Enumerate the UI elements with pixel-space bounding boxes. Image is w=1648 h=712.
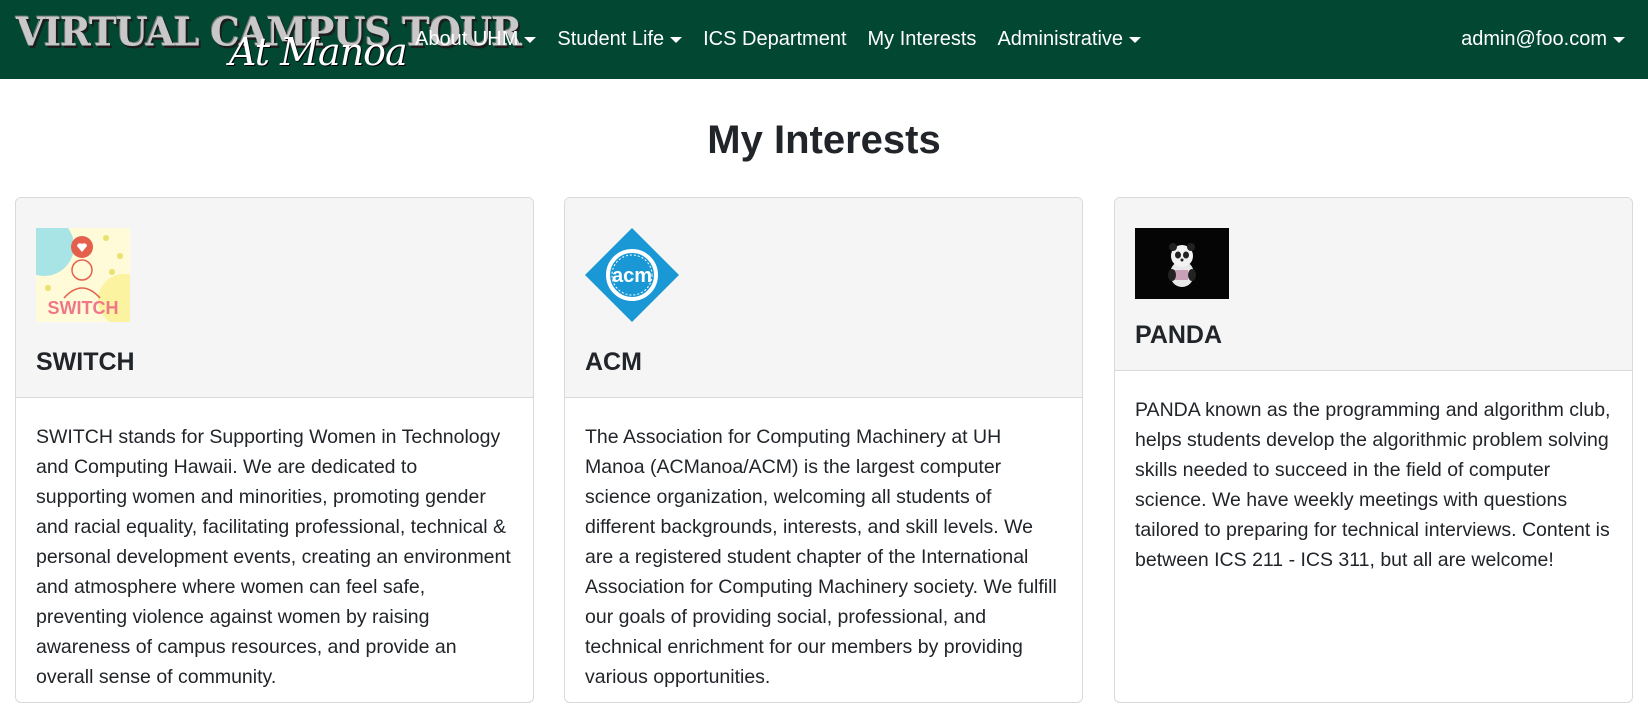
- user-menu-dropdown[interactable]: admin@foo.com: [1461, 0, 1625, 79]
- nav-ics-department-link[interactable]: ICS Department: [703, 28, 846, 51]
- switch-logo-text: SWITCH: [48, 298, 119, 318]
- top-navbar: VIRTUAL CAMPUS TOUR At Manoa About UHM S…: [0, 0, 1648, 79]
- nav-about-uhm-label: About UHM: [415, 28, 519, 50]
- nav-about-uhm-dropdown[interactable]: About UHM: [415, 28, 537, 51]
- acm-logo-icon: acm: [585, 228, 679, 322]
- nav-administrative-dropdown[interactable]: Administrative: [997, 28, 1142, 51]
- user-email-label: admin@foo.com: [1461, 28, 1607, 50]
- nav-administrative-label: Administrative: [997, 28, 1124, 50]
- caret-down-icon: [670, 36, 683, 43]
- caret-down-icon: [524, 36, 537, 43]
- interest-card-panda: PANDA PANDA known as the programming and…: [1114, 197, 1633, 703]
- nav-student-life-label: Student Life: [557, 28, 665, 50]
- nav-my-interests-link[interactable]: My Interests: [868, 28, 977, 51]
- interest-card-switch: SWITCH SWITCH SWITCH stands for Supporti…: [15, 197, 534, 703]
- card-header: PANDA: [1115, 198, 1632, 371]
- acm-logo-text: acm: [612, 265, 652, 287]
- panda-logo-icon: [1135, 228, 1229, 299]
- nav-my-interests-label: My Interests: [867, 28, 977, 50]
- brand-logo[interactable]: VIRTUAL CAMPUS TOUR At Manoa: [14, 8, 522, 74]
- card-title: ACM: [585, 348, 642, 376]
- card-title: SWITCH: [36, 348, 135, 376]
- nav-ics-department-label: ICS Department: [703, 28, 847, 50]
- nav-student-life-dropdown[interactable]: Student Life: [557, 28, 683, 51]
- card-header: SWITCH SWITCH: [16, 198, 533, 398]
- card-description: The Association for Computing Machinery …: [585, 426, 1057, 688]
- card-description: SWITCH stands for Supporting Women in Te…: [36, 426, 511, 688]
- card-title: PANDA: [1135, 321, 1223, 349]
- interest-card-acm: acm ACM The Association for Computing Ma…: [564, 197, 1083, 703]
- caret-down-icon: [1613, 36, 1625, 43]
- switch-logo-icon: SWITCH: [36, 228, 130, 322]
- brand-script-text: At Manoa: [229, 30, 408, 74]
- nav-menu: About UHM Student Life ICS Department My…: [415, 0, 1162, 79]
- caret-down-icon: [1129, 36, 1142, 43]
- card-description: PANDA known as the programming and algor…: [1135, 399, 1611, 571]
- card-header: acm ACM: [565, 198, 1082, 398]
- page-title: My Interests: [707, 118, 941, 162]
